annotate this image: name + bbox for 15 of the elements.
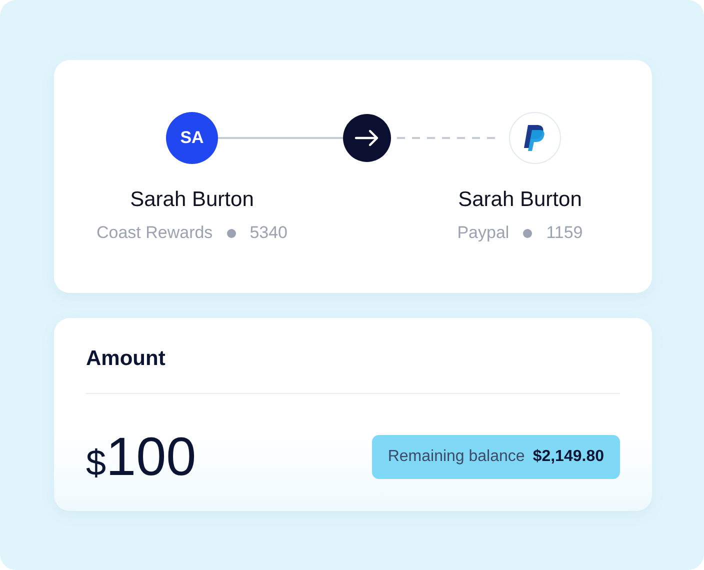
separator-dot-icon — [523, 228, 532, 238]
party-name: Sarah Burton — [130, 187, 254, 213]
account-number: 1159 — [546, 222, 583, 244]
party-name: Sarah Burton — [458, 187, 582, 213]
amount-label: Amount — [86, 346, 166, 372]
amount-value: 100 — [106, 430, 196, 484]
paypal-icon — [523, 124, 547, 152]
currency-symbol: $ — [86, 445, 106, 481]
balance-label: Remaining balance — [388, 448, 525, 466]
account-name: Paypal — [457, 222, 510, 244]
separator-dot-icon — [226, 228, 236, 238]
balance-value: $2,149.80 — [532, 448, 604, 466]
avatar: SA — [166, 112, 218, 164]
account-number: 5340 — [250, 222, 288, 244]
account-name: Coast Rewards — [96, 222, 213, 244]
